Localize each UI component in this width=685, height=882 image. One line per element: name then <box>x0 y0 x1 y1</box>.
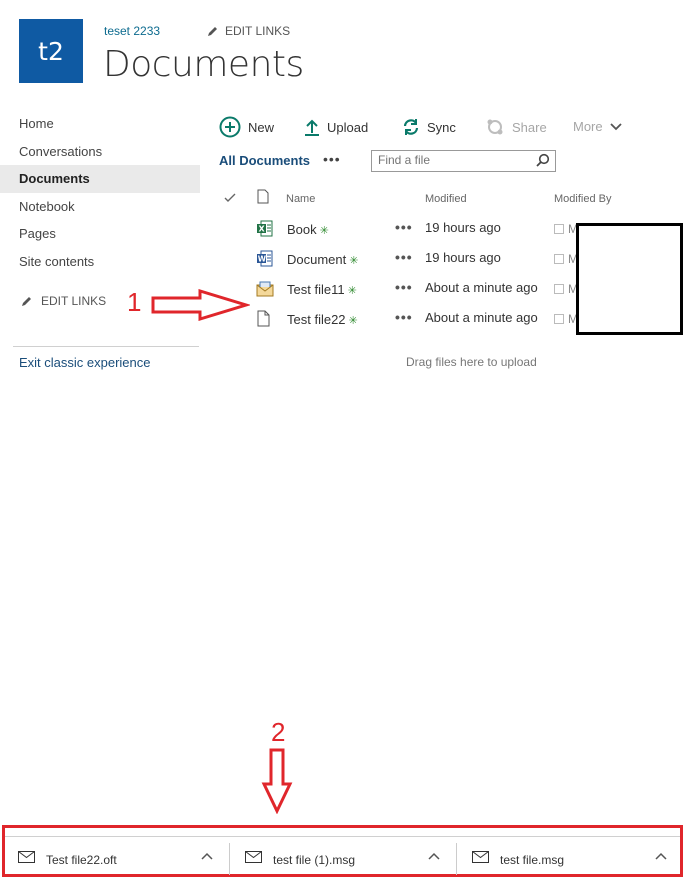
search-box <box>371 150 556 172</box>
download-filename: test file.msg <box>500 853 565 867</box>
mail-icon <box>472 851 489 863</box>
chevron-up-icon[interactable] <box>655 852 667 860</box>
view-options-ellipsis[interactable]: ••• <box>323 151 341 167</box>
edit-links-top[interactable]: EDIT LINKS <box>207 24 290 38</box>
row-ellipsis-button[interactable]: ••• <box>395 309 413 325</box>
column-header-name[interactable]: Name <box>286 193 315 205</box>
add-circle-icon <box>219 116 241 138</box>
chevron-up-icon[interactable] <box>201 852 213 860</box>
svg-text:X: X <box>259 225 266 234</box>
search-input[interactable] <box>372 151 534 169</box>
more-label: More <box>573 119 603 134</box>
pencil-icon <box>208 27 217 36</box>
download-separator <box>229 843 230 875</box>
nav-edit-links[interactable]: EDIT LINKS <box>21 294 106 308</box>
nav-item-conversations[interactable]: Conversations <box>0 138 200 166</box>
presence-icon <box>554 284 564 294</box>
share-button[interactable]: Share <box>485 118 547 136</box>
redaction-box <box>576 223 683 335</box>
sync-icon <box>403 119 419 135</box>
new-label: New <box>248 119 275 135</box>
sync-label: Sync <box>427 119 456 135</box>
upload-label: Upload <box>327 119 369 135</box>
modified-by[interactable]: M <box>554 222 578 236</box>
row-ellipsis-button[interactable]: ••• <box>395 219 413 235</box>
chevron-down-icon <box>609 122 622 130</box>
download-item[interactable]: test file (1).msg <box>232 841 456 875</box>
nav-item-notebook[interactable]: Notebook <box>0 193 200 221</box>
drag-upload-hint: Drag files here to upload <box>406 355 537 369</box>
modified-time: About a minute ago <box>425 310 538 325</box>
nav-item-documents[interactable]: Documents <box>0 165 200 193</box>
email-template-icon <box>256 281 274 297</box>
column-header-modified-by[interactable]: Modified By <box>554 193 611 205</box>
file-icon <box>257 310 270 327</box>
share-icon <box>487 119 503 135</box>
search-icon[interactable] <box>536 153 550 167</box>
new-item-icon: ✳ <box>348 315 358 327</box>
nav-edit-links-label: EDIT LINKS <box>41 294 107 308</box>
select-all-checkmark-icon[interactable] <box>224 193 236 203</box>
upload-icon <box>305 119 319 136</box>
column-header-modified[interactable]: Modified <box>425 193 467 205</box>
download-item[interactable]: Test file22.oft <box>5 841 229 875</box>
exit-classic-link[interactable]: Exit classic experience <box>19 355 151 370</box>
nav-item-pages[interactable]: Pages <box>0 220 200 248</box>
modified-time: About a minute ago <box>425 280 538 295</box>
file-name[interactable]: Test file22 ✳ <box>287 312 358 327</box>
file-type-header-icon <box>257 189 269 204</box>
new-item-icon: ✳ <box>349 255 359 267</box>
file-name[interactable]: Book ✳ <box>287 222 329 237</box>
left-navigation: Home Conversations Documents Notebook Pa… <box>0 110 200 275</box>
row-ellipsis-button[interactable]: ••• <box>395 279 413 295</box>
new-item-icon: ✳ <box>319 225 329 237</box>
share-label: Share <box>512 119 547 135</box>
site-logo[interactable]: t2 <box>19 19 83 83</box>
pencil-icon <box>22 297 31 306</box>
modified-by[interactable]: M <box>554 282 578 296</box>
modified-time: 19 hours ago <box>425 250 501 265</box>
mail-icon <box>245 851 262 863</box>
nav-item-home[interactable]: Home <box>0 110 200 138</box>
row-ellipsis-button[interactable]: ••• <box>395 249 413 265</box>
mail-icon <box>18 851 35 863</box>
chevron-up-icon[interactable] <box>428 852 440 860</box>
word-icon: W <box>257 250 273 267</box>
annotation-label-1: 1 <box>127 287 142 317</box>
nav-item-site-contents[interactable]: Site contents <box>0 248 200 276</box>
presence-icon <box>554 314 564 324</box>
excel-icon: X <box>257 220 273 237</box>
presence-icon <box>554 254 564 264</box>
download-separator <box>456 843 457 875</box>
download-shelf-border <box>5 836 680 837</box>
modified-by[interactable]: M <box>554 252 578 266</box>
modified-by[interactable]: M <box>554 312 578 326</box>
edit-links-label: EDIT LINKS <box>225 24 291 38</box>
svg-text:W: W <box>258 255 267 264</box>
annotation-arrow-right-icon <box>151 289 250 321</box>
site-name-link[interactable]: teset 2233 <box>104 24 160 38</box>
modified-time: 19 hours ago <box>425 220 501 235</box>
presence-icon <box>554 224 564 234</box>
annotation-label-2: 2 <box>271 717 286 747</box>
upload-button[interactable]: Upload <box>304 118 368 136</box>
download-filename: test file (1).msg <box>273 853 356 867</box>
new-button[interactable]: New <box>219 116 274 138</box>
page-title: Documents <box>103 44 304 85</box>
new-item-icon: ✳ <box>347 285 357 297</box>
view-all-documents[interactable]: All Documents <box>219 153 310 168</box>
file-name[interactable]: Document ✳ <box>287 252 358 267</box>
download-filename: Test file22.oft <box>46 853 117 867</box>
download-item[interactable]: test file.msg <box>459 841 683 875</box>
sync-button[interactable]: Sync <box>402 118 456 136</box>
annotation-arrow-down-icon <box>261 748 293 814</box>
more-menu[interactable]: More <box>573 119 622 134</box>
file-name[interactable]: Test file11 ✳ <box>287 282 357 297</box>
nav-divider <box>13 346 199 347</box>
